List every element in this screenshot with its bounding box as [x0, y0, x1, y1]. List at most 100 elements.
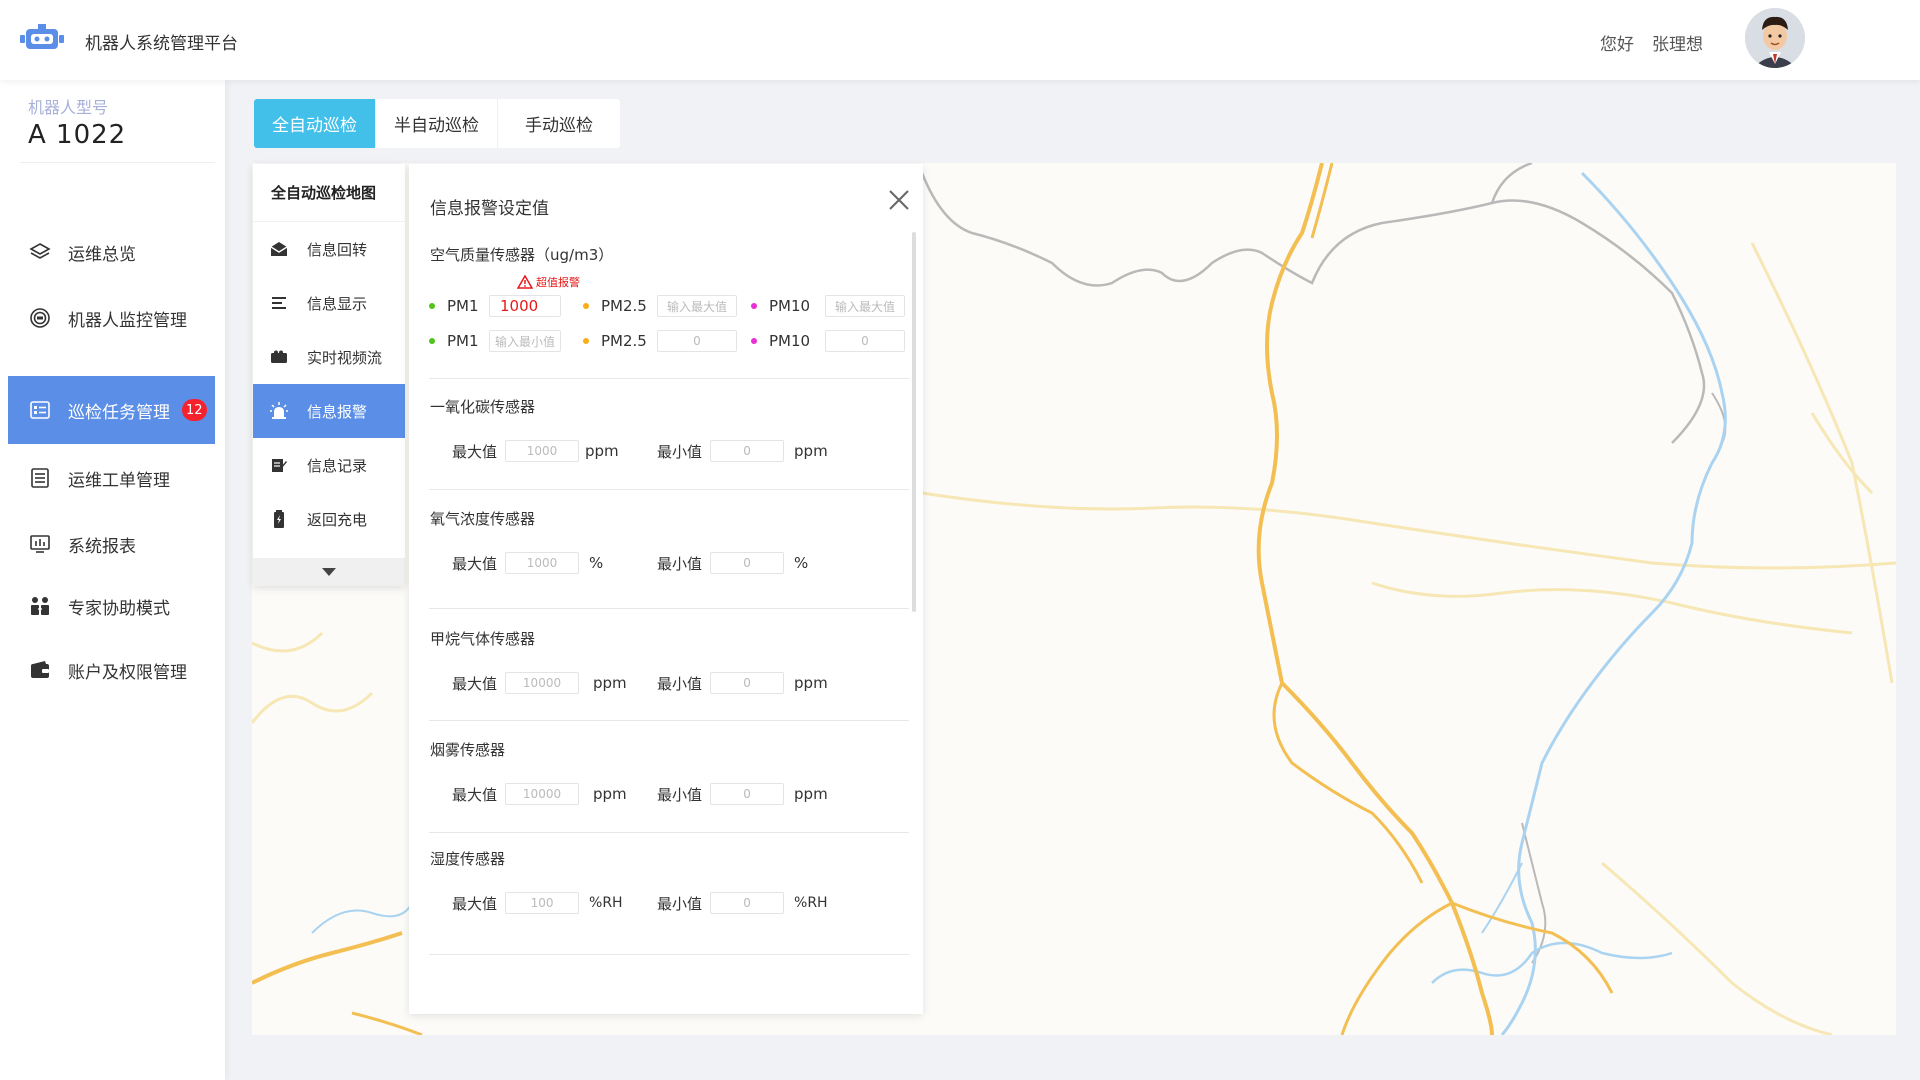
robot-logo-icon	[20, 24, 64, 49]
min-label: 最小值	[657, 442, 703, 461]
submenu-item-label: 实时视频流	[307, 348, 383, 367]
submenu-item-label: 信息记录	[307, 456, 368, 475]
sidebar-item-label: 机器人监控管理	[68, 310, 187, 331]
alarm-settings-panel: 信息报警设定值 空气质量传感器（ug/m3） 超值报警 PM1 1000 PM2…	[409, 164, 923, 1014]
o2-min-input[interactable]: 0	[710, 552, 785, 574]
pm10-min-input[interactable]: 0	[825, 330, 905, 352]
sidebar-item-label: 系统报表	[68, 536, 136, 557]
min-label: 最小值	[657, 785, 703, 804]
unit-label: ppm	[593, 674, 627, 692]
list-lines-icon	[269, 294, 289, 312]
submenu-title: 全自动巡检地图	[253, 164, 405, 222]
ch4-min-input[interactable]: 0	[710, 672, 785, 694]
sidebar-item-label: 巡检任务管理	[68, 402, 170, 423]
report-icon	[28, 532, 52, 556]
smoke-min-input[interactable]: 0	[710, 783, 785, 805]
panel-title: 信息报警设定值	[430, 199, 549, 219]
pm10-max-input[interactable]: 输入最大值	[825, 295, 905, 317]
avatar[interactable]	[1745, 8, 1805, 68]
co-range-row: 最大值 1000 ppm 最小值 0 ppm	[452, 439, 828, 463]
unit-label: ppm	[585, 442, 619, 460]
caret-down-icon	[322, 568, 336, 576]
o2-max-input[interactable]: 1000	[505, 552, 580, 574]
submenu-item-info-display[interactable]: 信息显示	[253, 276, 405, 330]
min-label: 最小值	[657, 894, 703, 913]
video-camera-icon	[269, 348, 289, 366]
divider	[429, 378, 909, 379]
pm1-dot	[429, 338, 435, 344]
pm25-min-input[interactable]: 0	[657, 330, 737, 352]
unit-label: %	[794, 554, 809, 572]
submenu-item-info-record[interactable]: 信息记录	[253, 438, 405, 492]
humidity-max-input[interactable]: 100	[505, 892, 580, 914]
sidebar-item-label: 运维总览	[68, 244, 136, 265]
humidity-range-row: 最大值 100 %RH 最小值 0 %RH	[452, 891, 828, 915]
warning-text: 超值报警	[536, 276, 580, 289]
submenu-expand-button[interactable]	[253, 558, 405, 586]
submenu-item-label: 信息报警	[307, 402, 368, 421]
pm1-dot	[429, 303, 435, 309]
submenu-item-label: 信息显示	[307, 294, 368, 313]
work-order-icon	[28, 466, 52, 490]
min-label: 最小值	[657, 554, 703, 573]
map-function-menu: 全自动巡检地图 信息回转 信息显示 实时视频流 信息报警 信息记录 返回充电	[253, 164, 405, 586]
user-avatar-icon	[1745, 8, 1805, 68]
tab-manual[interactable]: 手动巡检	[498, 99, 620, 148]
pm25-label: PM2.5	[601, 332, 647, 350]
tab-full-auto[interactable]: 全自动巡检	[254, 99, 376, 148]
app-title: 机器人系统管理平台	[85, 34, 238, 54]
pm1-label: PM1	[447, 297, 479, 315]
panel-scrollbar[interactable]	[912, 232, 916, 612]
sidebar-item-system-reports[interactable]: 系统报表	[8, 510, 215, 578]
pm10-dot	[751, 338, 757, 344]
username[interactable]: 张理想	[1652, 30, 1703, 55]
unit-label: ppm	[593, 785, 627, 803]
humidity-min-input[interactable]: 0	[710, 892, 785, 914]
edit-record-icon	[269, 456, 289, 474]
air-min-row: PM1 输入最小值 PM2.5 0 PM10 0	[429, 329, 905, 353]
pm25-dot	[583, 303, 589, 309]
wallet-icon	[28, 658, 52, 682]
max-label: 最大值	[452, 554, 498, 573]
unit-label: ppm	[794, 674, 828, 692]
battery-charge-icon	[269, 510, 289, 528]
submenu-item-return-charge[interactable]: 返回充电	[253, 492, 405, 546]
smoke-max-input[interactable]: 10000	[505, 783, 580, 805]
pm1-min-input[interactable]: 输入最小值	[489, 330, 561, 352]
submenu-item-info-return[interactable]: 信息回转	[253, 222, 405, 276]
max-label: 最大值	[452, 674, 498, 693]
unit-label: %RH	[794, 895, 828, 911]
expert-icon	[28, 594, 52, 618]
pm10-dot	[751, 303, 757, 309]
co-min-input[interactable]: 0	[710, 440, 785, 462]
model-value: A 1022	[28, 120, 127, 150]
close-icon[interactable]	[887, 188, 911, 212]
sidebar-item-accounts-permissions[interactable]: 账户及权限管理	[8, 636, 215, 704]
submenu-item-label: 返回充电	[307, 510, 368, 529]
alarm-light-icon	[269, 402, 289, 420]
model-label: 机器人型号	[28, 98, 109, 117]
max-label: 最大值	[452, 785, 498, 804]
sidebar-item-ops-overview[interactable]: 运维总览	[8, 218, 215, 286]
ch4-max-input[interactable]: 10000	[505, 672, 580, 694]
pm10-label: PM10	[769, 297, 811, 315]
submenu-item-live-video[interactable]: 实时视频流	[253, 330, 405, 384]
sidebar-item-inspection-tasks[interactable]: 巡检任务管理 12	[8, 376, 215, 444]
divider	[429, 608, 909, 609]
pm1-max-input[interactable]: 1000	[489, 295, 561, 317]
unit-label: ppm	[794, 442, 828, 460]
ch4-sensor-title: 甲烷气体传感器	[430, 630, 536, 648]
co-max-input[interactable]: 1000	[505, 440, 580, 462]
over-limit-warning: 超值报警	[517, 274, 580, 290]
pm25-max-input[interactable]: 输入最大值	[657, 295, 737, 317]
layers-icon	[28, 240, 52, 264]
sidebar-item-expert-assist[interactable]: 专家协助模式	[8, 572, 215, 640]
submenu-item-label: 信息回转	[307, 240, 368, 259]
submenu-item-info-alarm[interactable]: 信息报警	[253, 384, 405, 438]
smoke-sensor-title: 烟雾传感器	[430, 741, 506, 759]
inspection-mode-tabs: 全自动巡检 半自动巡检 手动巡检	[254, 99, 620, 148]
sidebar-item-robot-monitor[interactable]: 机器人监控管理	[8, 284, 215, 352]
sidebar-item-work-orders[interactable]: 运维工单管理	[8, 444, 215, 512]
tab-semi-auto[interactable]: 半自动巡检	[376, 99, 498, 148]
unit-label: ppm	[794, 785, 828, 803]
